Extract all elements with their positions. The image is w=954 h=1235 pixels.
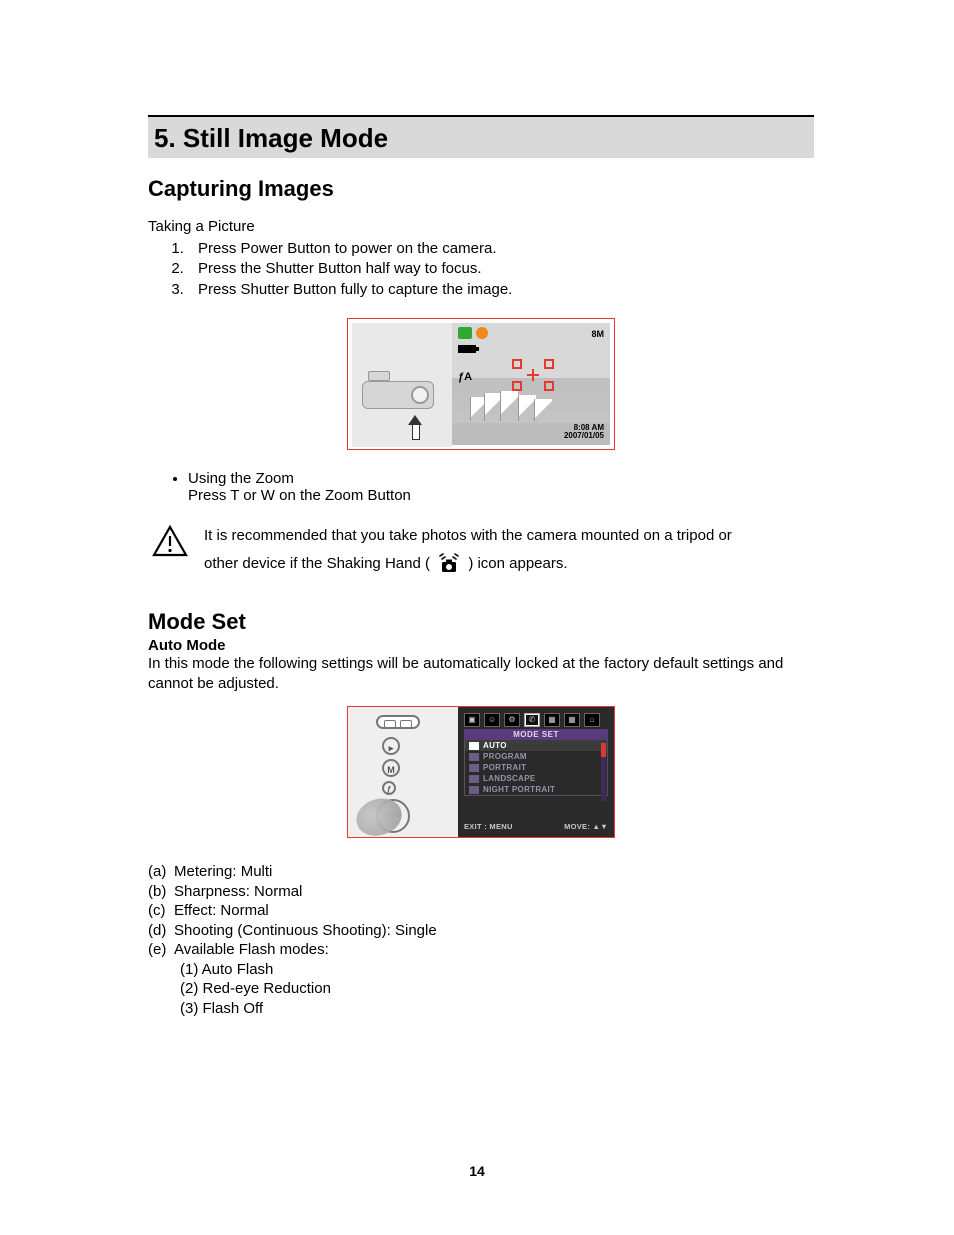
menu-tab-icon: ▣ <box>464 713 480 727</box>
arrow-up-icon <box>408 415 422 437</box>
menu-title: MODE SET <box>464 729 608 740</box>
auto-mode-settings-list: (a)Metering: Multi (b)Sharpness: Normal … <box>148 862 814 1018</box>
list-item: (b)Sharpness: Normal <box>148 882 814 902</box>
figure-mode-set-menu: ▸ M ƒ ▣ ☺ ⚙ ✆ ▦ ▦ ⌂ MODE SET AUTO PROGRA… <box>347 706 615 838</box>
step-item: Press the Shutter Button half way to foc… <box>188 259 814 279</box>
taking-picture-intro: Taking a Picture <box>148 218 814 235</box>
auto-mode-description: In this mode the following settings will… <box>148 654 814 695</box>
subsection-mode-set: Mode Set <box>148 609 814 635</box>
flash-auto-icon: ƒA <box>458 371 472 383</box>
resolution-label: 8M <box>591 329 604 339</box>
list-item: (3) Flash Off <box>180 999 814 1019</box>
zoom-title: Using the Zoom <box>188 470 814 487</box>
menu-tab-icon: ⌂ <box>584 713 600 727</box>
menu-tab-icon: ✆ <box>524 713 540 727</box>
page-number: 14 <box>0 1163 954 1179</box>
menu-item-portrait: PORTRAIT <box>465 762 607 773</box>
menu-footer-move: MOVE: ▲▼ <box>564 822 608 831</box>
camera-mode-icon <box>458 327 472 339</box>
menu-tab-icon: ▦ <box>544 713 560 727</box>
osd-timestamp: 8:08 AM 2007/01/05 <box>564 424 604 441</box>
face-detect-icon <box>476 327 488 339</box>
menu-item-auto: AUTO <box>465 740 607 751</box>
battery-icon <box>458 345 476 353</box>
subsection-capturing-images: Capturing Images <box>148 176 814 202</box>
menu-tab-icon: ⚙ <box>504 713 520 727</box>
zoom-body: Press T or W on the Zoom Button <box>188 487 814 504</box>
list-item: (a)Metering: Multi <box>148 862 814 882</box>
menu-body: AUTO PROGRAM PORTRAIT LANDSCAPE NIGHT PO… <box>464 740 608 796</box>
flash-button-icon: ƒ <box>382 781 396 795</box>
shaking-hand-icon <box>436 550 462 579</box>
figure-camera-preview: ƒA 8M 8:08 AM 2007/01/05 <box>347 318 615 450</box>
section-heading: 5. Still Image Mode <box>148 115 814 158</box>
taking-picture-steps: Press Power Button to power on the camer… <box>162 239 814 300</box>
focus-frame-icon <box>512 359 554 391</box>
warning-text: It is recommended that you take photos w… <box>204 522 814 579</box>
menu-item-landscape: LANDSCAPE <box>465 773 607 784</box>
menu-footer-exit: EXIT : MENU <box>464 822 513 831</box>
menu-item-night-portrait: NIGHT PORTRAIT <box>465 784 607 795</box>
warning-icon <box>152 524 188 558</box>
menu-tab-icon: ☺ <box>484 713 500 727</box>
list-item: (e)Available Flash modes: <box>148 940 814 960</box>
list-item: (1) Auto Flash <box>180 960 814 980</box>
flash-modes-sublist: (1) Auto Flash (2) Red-eye Reduction (3)… <box>180 960 814 1019</box>
playback-button-icon: ▸ <box>382 737 400 755</box>
mode-button-icon: M <box>382 759 400 777</box>
list-item: (2) Red-eye Reduction <box>180 979 814 999</box>
auto-mode-heading: Auto Mode <box>148 637 814 654</box>
menu-tab-row: ▣ ☺ ⚙ ✆ ▦ ▦ ⌂ <box>458 707 614 729</box>
menu-tab-icon: ▦ <box>564 713 580 727</box>
list-item: (c)Effect: Normal <box>148 901 814 921</box>
menu-scrollbar-thumb <box>601 743 606 757</box>
zoom-bullet: Using the Zoom Press T or W on the Zoom … <box>162 470 814 504</box>
menu-item-program: PROGRAM <box>465 751 607 762</box>
step-item: Press Power Button to power on the camer… <box>188 239 814 259</box>
step-item: Press Shutter Button fully to capture th… <box>188 280 814 300</box>
list-item: (d)Shooting (Continuous Shooting): Singl… <box>148 921 814 941</box>
